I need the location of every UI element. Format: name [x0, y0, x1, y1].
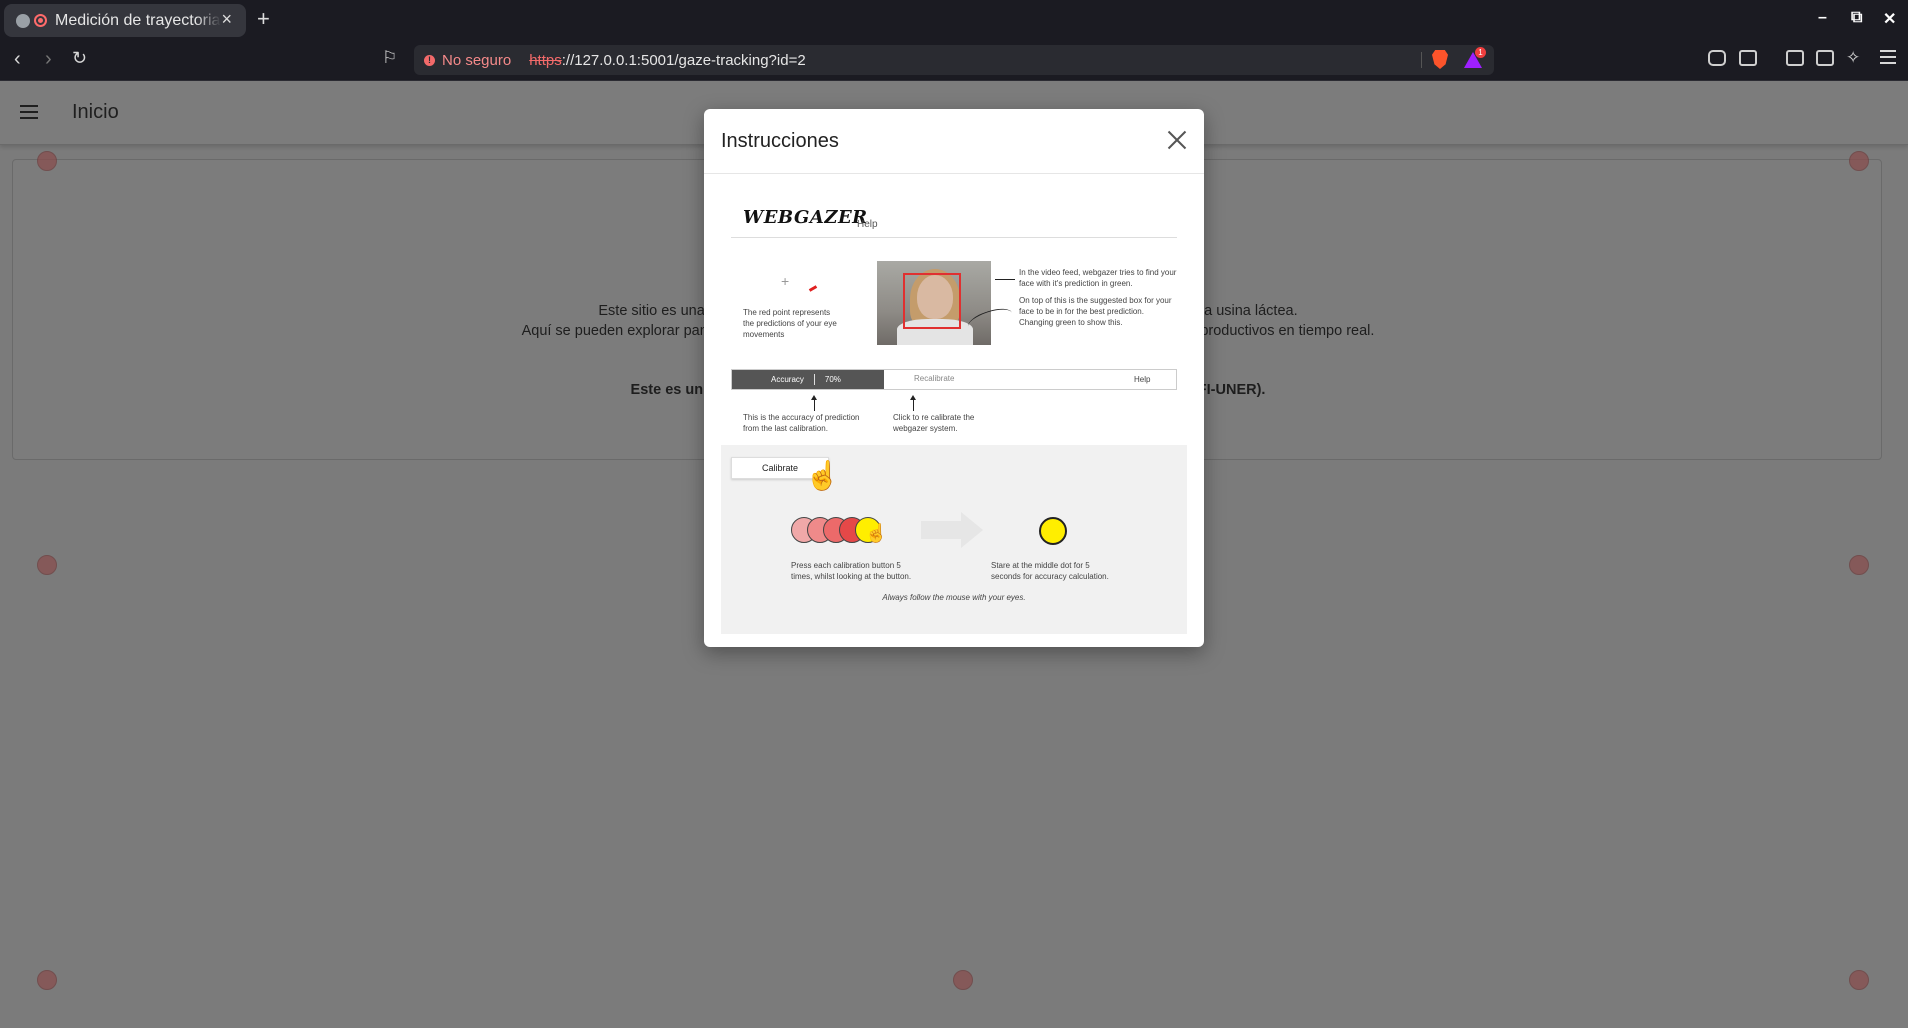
browser-toolbar: ‹ › ↻ ⚐ ! No seguro https ://127.0.0.1:5…	[0, 40, 1908, 81]
wallet-icon[interactable]	[1816, 50, 1834, 66]
new-tab-button[interactable]: +	[257, 6, 270, 32]
extensions-icon[interactable]	[1708, 50, 1726, 66]
accuracy-text: This is the accuracy of prediction from …	[743, 413, 860, 433]
warning-icon: !	[424, 54, 435, 66]
address-bar[interactable]: ! No seguro https ://127.0.0.1:5001/gaze…	[414, 45, 1494, 75]
accuracy-label: Accuracy	[771, 375, 804, 384]
red-point-icon	[808, 285, 818, 292]
cross-marker-icon: +	[781, 273, 790, 289]
instructions-modal: Instrucciones WEBGAZER Help + The red po…	[704, 109, 1204, 647]
calibration-point[interactable]	[37, 151, 57, 171]
webgazer-help-image: WEBGAZER Help + The red point represents…	[721, 187, 1187, 634]
forward-icon[interactable]: ›	[45, 48, 52, 71]
accuracy-bar: Accuracy 70% Recalibrate Help	[731, 369, 1177, 390]
browser-tab[interactable]: Medición de trayectoria ×	[4, 4, 246, 37]
calibration-point[interactable]	[953, 970, 973, 990]
press-instructions: Press each calibration button 5 times, w…	[791, 561, 912, 581]
accuracy-panel: Accuracy 70%	[732, 370, 884, 389]
stare-instructions: Stare at the middle dot for 5 seconds fo…	[991, 561, 1109, 581]
tab-close-button[interactable]: ×	[221, 9, 232, 30]
sidebar-icon[interactable]	[1786, 50, 1804, 66]
calibration-point[interactable]	[37, 555, 57, 575]
leo-ai-icon[interactable]: ✧	[1846, 48, 1860, 68]
separator	[813, 374, 815, 385]
close-window-icon[interactable]: ✕	[1883, 9, 1896, 29]
red-point-text: The red point represents the predictions…	[743, 308, 837, 339]
close-icon[interactable]	[1164, 127, 1190, 153]
back-icon[interactable]: ‹	[14, 48, 21, 71]
hamburger-menu-icon[interactable]	[20, 105, 38, 119]
arrow-right-icon	[921, 512, 983, 548]
maximize-icon[interactable]: ⧉	[1851, 9, 1862, 27]
webgazer-logo: WEBGAZER	[743, 207, 868, 228]
url-text: ://127.0.0.1:5001/gaze-tracking?id=2	[561, 51, 806, 69]
face-box	[903, 273, 961, 329]
calibration-point[interactable]	[1849, 555, 1869, 575]
reload-icon[interactable]: ↻	[72, 48, 87, 69]
minimize-icon[interactable]: –	[1818, 9, 1827, 27]
video-feed-text: In the video feed, webgazer tries to fin…	[1019, 268, 1177, 288]
pointer-hand-icon: ☝	[805, 460, 840, 491]
calibration-panel: Calibrate ☝ ☝ Press each calibration but…	[721, 445, 1187, 634]
face-box-text: On top of this is the suggested box for …	[1019, 296, 1172, 327]
recording-icon	[34, 14, 47, 27]
calibration-point[interactable]	[1849, 151, 1869, 171]
globe-icon	[16, 13, 30, 28]
modal-header: Instrucciones	[704, 109, 1204, 174]
brave-shields-icon[interactable]	[1432, 50, 1448, 69]
tab-strip: Medición de trayectoria × + – ⧉ ✕	[0, 0, 1908, 40]
divider	[1421, 52, 1422, 68]
accuracy-value: 70%	[824, 375, 841, 384]
arrow-up-icon	[910, 395, 916, 411]
divider	[731, 237, 1177, 238]
arrow-line	[995, 279, 1015, 280]
recalibrate-label: Recalibrate	[914, 374, 955, 383]
middle-dot-icon	[1039, 517, 1067, 545]
help-label: Help	[1134, 375, 1151, 384]
tab-title: Medición de trayectoria	[55, 11, 221, 29]
security-label[interactable]: No seguro	[442, 52, 511, 69]
page-title: Inicio	[72, 101, 119, 123]
notification-badge: 1	[1475, 47, 1486, 58]
intro-text-line1: Este sitio es una c	[598, 303, 717, 319]
modal-title: Instrucciones	[721, 129, 839, 152]
calibration-point[interactable]	[1849, 970, 1869, 990]
url-protocol: https	[529, 51, 562, 69]
pointer-hand-icon: ☝	[865, 523, 888, 543]
bookmark-icon[interactable]: ⚐	[382, 48, 397, 68]
follow-instructions: Always follow the mouse with your eyes.	[882, 593, 1026, 602]
intro-text-line1-end: na usina láctea.	[1196, 303, 1298, 319]
calibration-point[interactable]	[37, 970, 57, 990]
arrow-up-icon	[811, 395, 817, 411]
tab-search-icon[interactable]	[1739, 50, 1757, 66]
help-heading: Help	[857, 219, 878, 230]
menu-icon[interactable]	[1880, 50, 1896, 64]
recalibrate-text: Click to re calibrate the webgazer syste…	[893, 413, 975, 433]
